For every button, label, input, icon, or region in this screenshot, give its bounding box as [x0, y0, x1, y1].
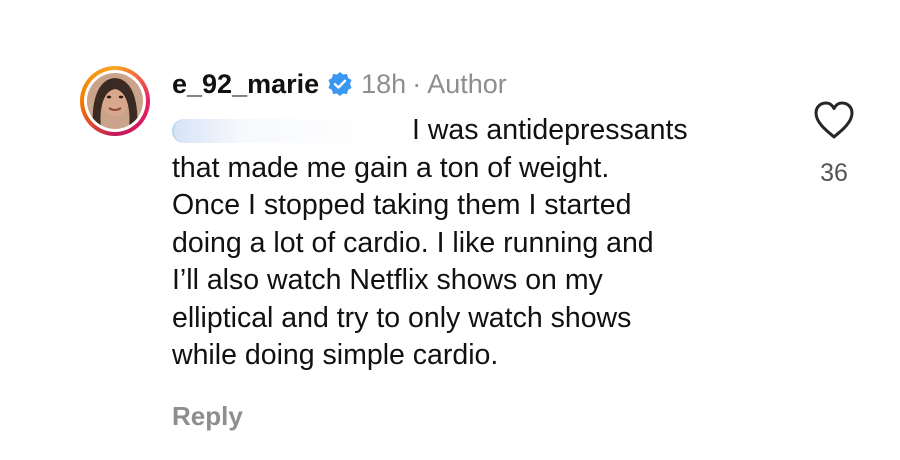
comment-line-7: while doing simple cardio.: [172, 339, 499, 371]
comment-line-4: doing a lot of cardio. I like running an…: [172, 226, 654, 259]
heart-outline-icon: [814, 101, 854, 139]
avatar[interactable]: [80, 66, 150, 136]
verified-badge-icon: [327, 71, 353, 97]
comment-line-5: I’ll also watch Netflix shows on my: [172, 264, 603, 296]
profile-photo-icon: [87, 73, 143, 129]
username[interactable]: e_92_marie: [172, 69, 319, 100]
comment-line-1: I was antidepressants: [172, 112, 792, 150]
comment-header: e_92_marie 18h · Author: [172, 66, 507, 102]
like-button[interactable]: [812, 100, 856, 140]
comment-line-3: Once I stopped taking them I started: [172, 189, 632, 221]
comment: e_92_marie 18h · Author I was antidepres…: [0, 0, 900, 460]
author-label: Author: [427, 68, 507, 99]
avatar-image: [84, 70, 146, 132]
blurred-mention: [172, 117, 412, 143]
comment-line-text: I was antidepressants: [412, 114, 688, 146]
comment-line-2: that made me gain a ton of weight.: [172, 151, 610, 184]
comment-time: 18h: [361, 68, 407, 99]
reply-button[interactable]: Reply: [172, 401, 243, 432]
comment-text: I was antidepressants that made me gain …: [172, 112, 792, 375]
comment-line-6: elliptical and try to only watch shows: [172, 301, 632, 334]
header-separator: ·: [412, 68, 422, 99]
like-count[interactable]: 36: [806, 159, 862, 188]
